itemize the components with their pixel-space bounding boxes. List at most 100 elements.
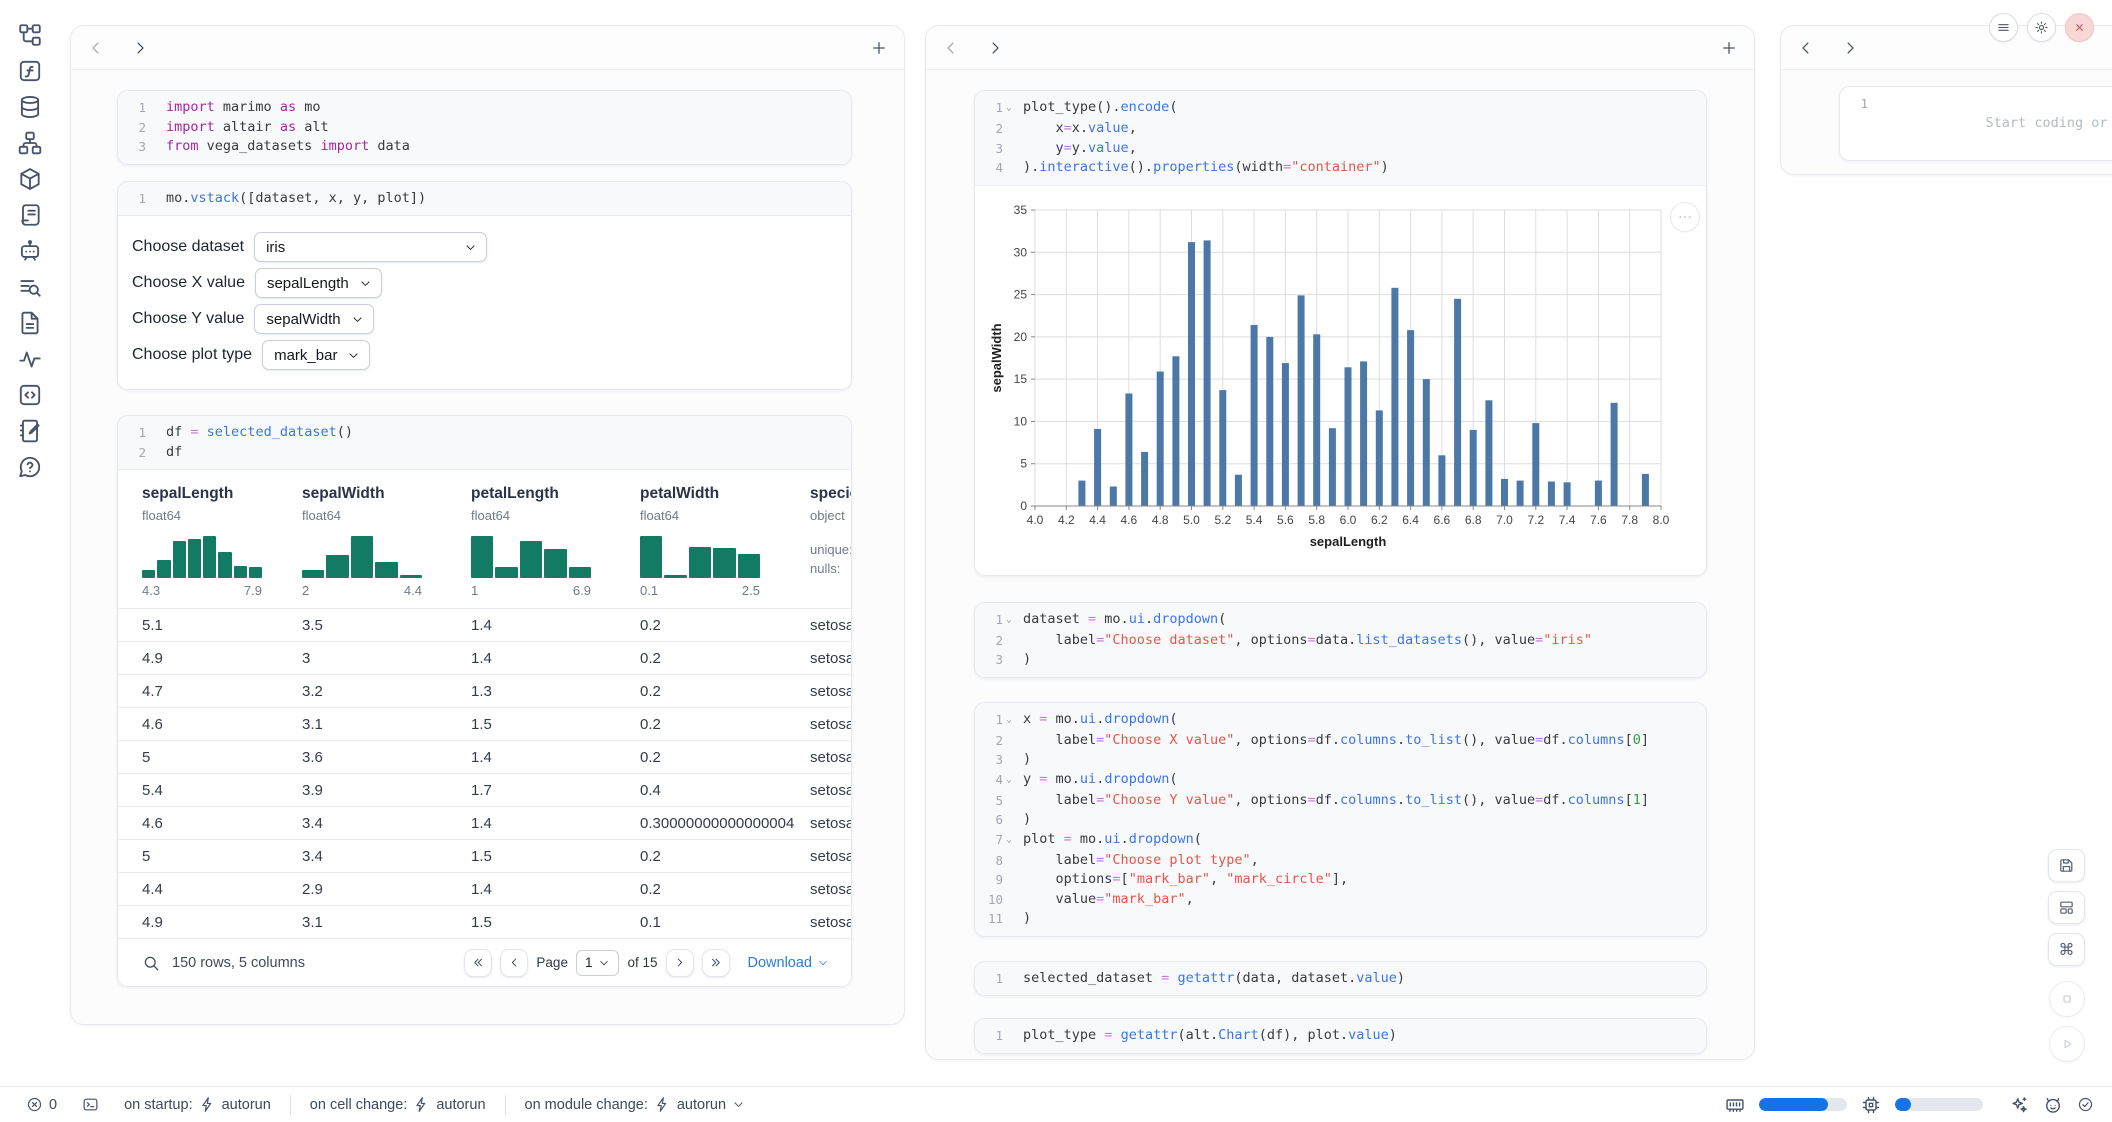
fold-caret-icon[interactable]: ⌄: [1003, 710, 1015, 731]
column-header-petalLength[interactable]: petalLengthfloat6416.9: [471, 484, 640, 608]
table-row[interactable]: 4.93.11.50.1setosa: [118, 905, 851, 938]
code-line: 1df = selected_dataset(): [118, 423, 851, 443]
cpu-usage-bar: [1895, 1098, 1983, 1111]
search-icon[interactable]: [142, 954, 160, 972]
line-number: 10: [988, 890, 1003, 910]
choose-x-value-select[interactable]: sepalLength: [255, 268, 382, 298]
line-number: 1: [995, 98, 1003, 119]
chart-menu-button[interactable]: [1670, 202, 1700, 232]
table-row[interactable]: 5.13.51.40.2setosa: [118, 608, 851, 641]
help-icon[interactable]: [17, 454, 43, 480]
code-editor[interactable]: 1import marimo as mo2import altair as al…: [118, 91, 851, 164]
altair-bar-chart[interactable]: 4.04.24.44.64.85.05.25.45.65.86.06.26.46…: [989, 194, 1706, 571]
svg-text:7.6: 7.6: [1590, 513, 1607, 527]
code-line: 2import altair as alt: [118, 118, 851, 138]
chevron-down-icon: [359, 277, 372, 290]
cell-vstack: 1mo.vstack([dataset, x, y, plot]) Choose…: [117, 181, 852, 391]
code-line: 1⌄dataset = mo.ui.dropdown(: [975, 610, 1706, 631]
documentation-icon[interactable]: [17, 310, 43, 336]
marimo-mascot-icon[interactable]: [2043, 1095, 2063, 1115]
table-row[interactable]: 4.63.11.50.2setosa: [118, 707, 851, 740]
cell-new-empty: 1 Start coding or generate with: [1839, 86, 2112, 161]
code-editor[interactable]: 1plot_type = getattr(alt.Chart(df), plot…: [975, 1019, 1706, 1053]
on-module-change-setting[interactable]: on module change: autorun: [525, 1096, 746, 1113]
svg-text:30: 30: [1014, 245, 1028, 259]
table-row[interactable]: 53.61.40.2setosa: [118, 740, 851, 773]
choose-y-value-select[interactable]: sepalWidth: [254, 304, 373, 334]
dropdown-controls-output: Choose datasetirisChoose X valuesepalLen…: [118, 216, 851, 389]
code-editor[interactable]: 1 Start coding or generate with: [1840, 87, 2112, 160]
packages-icon[interactable]: [17, 166, 43, 192]
column-header-sepalWidth[interactable]: sepalWidthfloat6424.4: [302, 484, 471, 608]
fold-caret-icon[interactable]: ⌄: [1003, 770, 1015, 791]
table-row[interactable]: 4.73.21.30.2setosa: [118, 674, 851, 707]
connection-status-icon[interactable]: [2077, 1096, 2094, 1113]
svg-text:5: 5: [1020, 456, 1027, 470]
scratchpad-icon[interactable]: [17, 202, 43, 228]
choose-plot-type-select[interactable]: mark_bar: [262, 340, 370, 370]
column-move-right-button[interactable]: [986, 39, 1004, 57]
close-panel-button[interactable]: [2065, 13, 2094, 42]
errors-indicator[interactable]: 0: [26, 1096, 57, 1113]
code-editor[interactable]: 1df = selected_dataset()2df: [118, 416, 851, 470]
on-cell-change-setting[interactable]: on cell change: autorun: [310, 1096, 486, 1113]
column-header-sepalLength[interactable]: sepalLengthfloat644.37.9: [142, 484, 302, 608]
notebook-icon[interactable]: [17, 418, 43, 444]
code-editor[interactable]: 1⌄x = mo.ui.dropdown(2 label="Choose X v…: [975, 703, 1706, 936]
column-header-petalWidth[interactable]: petalWidthfloat640.12.5: [640, 484, 810, 608]
choose-dataset-select[interactable]: iris: [254, 232, 487, 262]
page-total-label: of 15: [627, 955, 657, 970]
table-row[interactable]: 4.42.91.40.2setosa: [118, 872, 851, 905]
command-palette-button[interactable]: ⌘: [2048, 933, 2085, 966]
first-page-button[interactable]: [464, 949, 492, 977]
save-button[interactable]: [2048, 849, 2085, 882]
next-page-button[interactable]: [666, 949, 694, 977]
notebook-column-3: 1 Start coding or generate with: [1780, 25, 2112, 175]
menu-button[interactable]: [1989, 13, 2018, 42]
last-page-button[interactable]: [702, 949, 730, 977]
table-row[interactable]: 4.931.40.2setosa: [118, 641, 851, 674]
layout-toggle-button[interactable]: [2048, 891, 2085, 924]
add-column-button[interactable]: [1720, 39, 1738, 57]
snippets-icon[interactable]: [17, 382, 43, 408]
table-row[interactable]: 53.41.50.2setosa: [118, 839, 851, 872]
cell-xy-plot-dropdowns: 1⌄x = mo.ui.dropdown(2 label="Choose X v…: [974, 702, 1707, 937]
code-editor[interactable]: 1mo.vstack([dataset, x, y, plot]): [118, 182, 851, 217]
function-icon[interactable]: [17, 58, 43, 84]
code-editor[interactable]: 1⌄plot_type().encode(2 x=x.value,3 y=y.v…: [975, 91, 1706, 186]
table-row[interactable]: 4.63.41.40.30000000000000004setosa: [118, 806, 851, 839]
settings-gear-button[interactable]: [2027, 13, 2056, 42]
code-line: 1⌄x = mo.ui.dropdown(: [975, 710, 1706, 731]
column-move-left-button[interactable]: [1797, 39, 1815, 57]
download-button[interactable]: Download: [748, 955, 830, 971]
dependency-graph-icon[interactable]: [17, 130, 43, 156]
table-row[interactable]: 5.43.91.70.4setosa: [118, 773, 851, 806]
column-header-species[interactable]: speciesobjectunique:nulls:: [810, 484, 852, 608]
svg-text:15: 15: [1014, 372, 1028, 386]
file-tree-icon[interactable]: [17, 22, 43, 48]
code-editor[interactable]: 1⌄dataset = mo.ui.dropdown(2 label="Choo…: [975, 603, 1706, 677]
svg-text:5.6: 5.6: [1277, 513, 1294, 527]
database-icon[interactable]: [17, 94, 43, 120]
interrupt-button[interactable]: [2049, 981, 2085, 1017]
logs-search-icon[interactable]: [17, 274, 43, 300]
tracing-icon[interactable]: [17, 346, 43, 372]
fold-caret-icon[interactable]: ⌄: [1003, 98, 1015, 119]
page-select[interactable]: 1: [576, 950, 620, 976]
code-editor[interactable]: 1selected_dataset = getattr(data, datase…: [975, 962, 1706, 996]
terminal-icon[interactable]: [82, 1096, 99, 1113]
column-move-left-button[interactable]: [87, 39, 105, 57]
column-move-left-button[interactable]: [942, 39, 960, 57]
add-column-button[interactable]: [870, 39, 888, 57]
svg-text:sepalLength: sepalLength: [1310, 534, 1387, 549]
ai-chat-icon[interactable]: [17, 238, 43, 264]
run-button[interactable]: [2049, 1026, 2085, 1062]
column-move-right-button[interactable]: [131, 39, 149, 57]
on-startup-setting[interactable]: on startup: autorun: [124, 1096, 271, 1113]
ai-sparkles-icon[interactable]: [2009, 1095, 2029, 1115]
fold-caret-icon[interactable]: ⌄: [1003, 830, 1015, 851]
memory-usage-bar: [1759, 1098, 1847, 1111]
column-move-right-button[interactable]: [1841, 39, 1859, 57]
fold-caret-icon[interactable]: ⌄: [1003, 610, 1015, 631]
prev-page-button[interactable]: [500, 949, 528, 977]
